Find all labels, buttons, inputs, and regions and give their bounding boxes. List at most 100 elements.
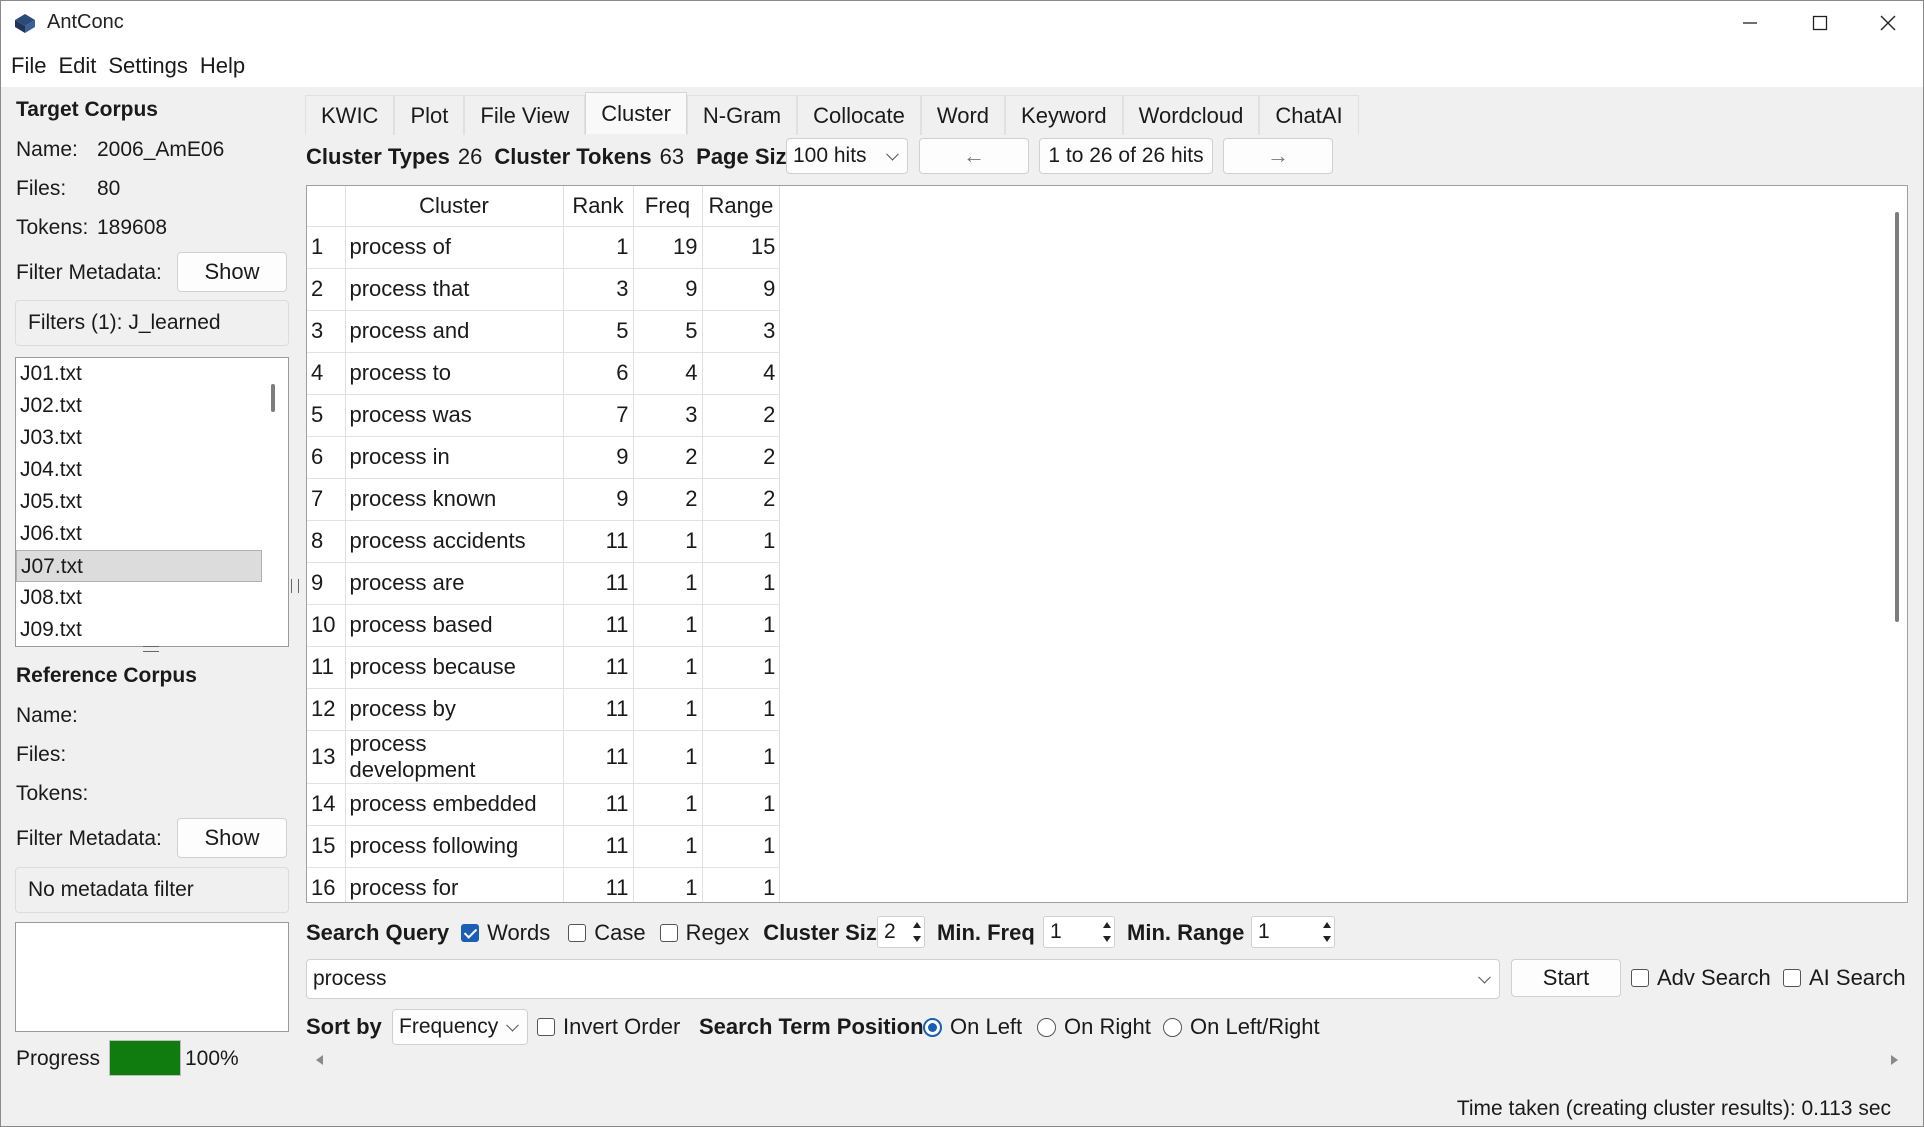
on-left-radio[interactable]: On Left	[923, 1010, 1022, 1044]
col-header-cluster[interactable]: Cluster	[345, 186, 564, 226]
target-files-label: Files:	[16, 177, 67, 200]
menu-help[interactable]: Help	[200, 51, 245, 81]
tab-word[interactable]: Word	[920, 95, 1006, 135]
range-cell: 4	[702, 351, 781, 394]
minimize-button[interactable]	[1715, 1, 1785, 45]
cluster-size-spinner[interactable]: 2	[877, 916, 925, 948]
table-row[interactable]: 9 process are 11 1 1	[307, 561, 781, 604]
cluster-tokens-value: 63	[659, 144, 685, 169]
page-size-select[interactable]: 100 hits	[786, 138, 908, 174]
sort-by-value: Frequency	[399, 1015, 499, 1038]
table-row[interactable]: 8 process accidents 11 1 1	[307, 519, 781, 562]
tab-kwic[interactable]: KWIC	[305, 95, 395, 135]
scroll-left-icon[interactable]	[314, 1054, 324, 1066]
menu-edit[interactable]: Edit	[58, 51, 96, 81]
rank-cell: 11	[563, 519, 634, 562]
table-row[interactable]: 7 process known 9 2 2	[307, 477, 781, 520]
table-row[interactable]: 15 process following 11 1 1	[307, 824, 781, 867]
col-header-rank[interactable]: Rank	[563, 186, 634, 226]
table-row[interactable]: 12 process by 11 1 1	[307, 687, 781, 730]
adv-search-checkbox[interactable]: Adv Search	[1631, 961, 1771, 995]
radio-icon	[1163, 1017, 1182, 1037]
tab-file-view[interactable]: File View	[464, 95, 586, 135]
col-header-range[interactable]: Range	[702, 186, 781, 226]
ref-file-list[interactable]	[15, 922, 289, 1032]
tab-chatai[interactable]: ChatAI	[1259, 95, 1359, 135]
tab-plot[interactable]: Plot	[394, 95, 465, 135]
spin-down-icon[interactable]	[1103, 936, 1111, 942]
file-list-item[interactable]: J06.txt	[16, 518, 262, 550]
table-row[interactable]: 14 process embedded 11 1 1	[307, 782, 781, 825]
results-scrollbar[interactable]	[1887, 186, 1907, 902]
spin-up-icon[interactable]	[1103, 922, 1111, 928]
table-row[interactable]: 5 process was 7 3 2	[307, 393, 781, 436]
ref-files-label: Files:	[16, 743, 67, 766]
table-row[interactable]: 16 process for 11 1 1	[307, 866, 781, 902]
on-left-right-radio[interactable]: On Left/Right	[1163, 1010, 1320, 1044]
file-list-item[interactable]: J01.txt	[16, 358, 262, 390]
file-list-item[interactable]: J04.txt	[16, 454, 262, 486]
table-row[interactable]: 4 process to 6 4 4	[307, 351, 781, 394]
splitter-handle-icon[interactable]	[143, 646, 159, 652]
ref-show-button[interactable]: Show	[177, 818, 287, 858]
file-list-item[interactable]: J05.txt	[16, 486, 262, 518]
file-list-item[interactable]: J02.txt	[16, 390, 262, 422]
table-row[interactable]: 10 process based 11 1 1	[307, 603, 781, 646]
table-row[interactable]: 6 process in 9 2 2	[307, 435, 781, 478]
cluster-results-table[interactable]: Cluster Rank Freq Range 1 process of 1 19 15…	[306, 185, 1908, 903]
cluster-cell: process based	[345, 603, 564, 646]
tab-cluster[interactable]: Cluster	[585, 92, 687, 134]
table-row[interactable]: 13 process development 11 1 1	[307, 729, 781, 783]
invert-order-checkbox[interactable]: Invert Order	[537, 1010, 680, 1044]
col-header-freq[interactable]: Freq	[633, 186, 703, 226]
target-show-button[interactable]: Show	[177, 252, 287, 292]
tab-collocate[interactable]: Collocate	[797, 95, 921, 135]
on-right-radio[interactable]: On Right	[1037, 1010, 1151, 1044]
row-index: 15	[307, 824, 346, 867]
sort-by-select[interactable]: Frequency	[392, 1009, 528, 1045]
search-input[interactable]: process	[306, 959, 1500, 999]
menu-file[interactable]: File	[11, 51, 46, 81]
min-range-spinner[interactable]: 1	[1251, 916, 1335, 948]
start-button[interactable]: Start	[1511, 959, 1621, 997]
maximize-button[interactable]	[1785, 1, 1855, 45]
freq-cell: 1	[633, 824, 703, 867]
target-files-value: 80	[97, 177, 121, 200]
words-checkbox[interactable]: Words	[461, 920, 550, 946]
min-freq-spinner[interactable]: 1	[1043, 916, 1115, 948]
regex-checkbox[interactable]: Regex	[659, 920, 749, 946]
ai-search-checkbox[interactable]: AI Search	[1783, 961, 1906, 995]
vertical-splitter-icon[interactable]	[291, 579, 299, 593]
checkbox-icon	[1783, 969, 1801, 987]
table-row[interactable]: 1 process of 1 19 15	[307, 225, 781, 268]
radio-selected-icon	[923, 1017, 942, 1037]
spin-up-icon[interactable]	[913, 922, 921, 928]
spin-down-icon[interactable]	[913, 936, 921, 942]
scroll-right-icon[interactable]	[1890, 1054, 1900, 1066]
spin-up-icon[interactable]	[1323, 922, 1331, 928]
next-page-button[interactable]: →	[1223, 138, 1333, 174]
horizontal-scrollbar[interactable]	[306, 1049, 1908, 1071]
results-scrollbar-thumb[interactable]	[1895, 212, 1899, 622]
file-list-item[interactable]: J03.txt	[16, 422, 262, 454]
tab-keyword[interactable]: Keyword	[1005, 95, 1123, 135]
target-file-list[interactable]: J01.txt J02.txt J03.txt J04.txt J05.txt …	[15, 357, 289, 647]
file-list-item[interactable]: J08.txt	[16, 582, 262, 614]
table-row[interactable]: 2 process that 3 9 9	[307, 267, 781, 310]
words-label: Words	[487, 920, 551, 945]
ref-filters-box[interactable]: No metadata filter	[15, 867, 289, 913]
tab-n-gram[interactable]: N-Gram	[686, 95, 798, 135]
menu-settings[interactable]: Settings	[108, 51, 188, 81]
case-checkbox[interactable]: Case	[568, 920, 646, 946]
prev-page-button[interactable]: ←	[919, 138, 1029, 174]
file-list-scrollbar[interactable]	[271, 384, 275, 412]
tab-wordcloud[interactable]: Wordcloud	[1122, 95, 1260, 135]
file-list-item-selected[interactable]: J07.txt	[16, 550, 262, 582]
file-list-item[interactable]: J09.txt	[16, 614, 262, 646]
spin-down-icon[interactable]	[1323, 936, 1331, 942]
table-row[interactable]: 11 process because 11 1 1	[307, 645, 781, 688]
close-button[interactable]	[1853, 1, 1923, 45]
table-row[interactable]: 3 process and 5 5 3	[307, 309, 781, 352]
on-left-right-label: On Left/Right	[1190, 1014, 1320, 1039]
target-filters-box[interactable]: Filters (1): J_learned	[15, 300, 289, 346]
